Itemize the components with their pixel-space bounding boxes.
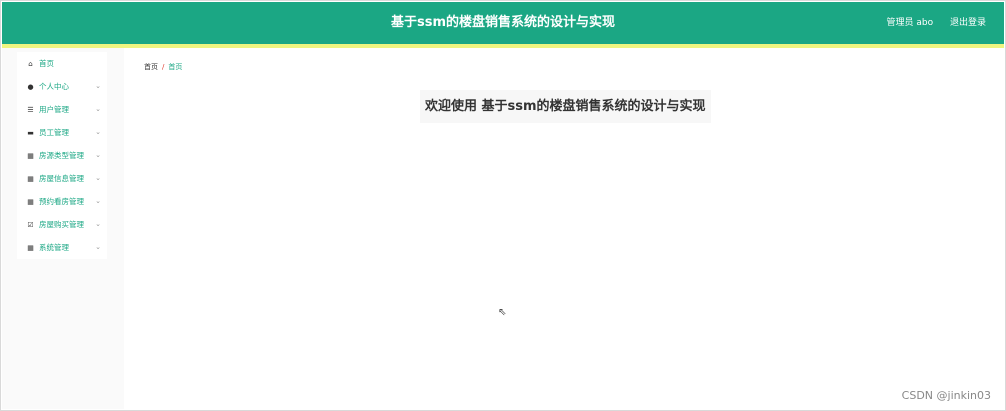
sidebar-item-viewings[interactable]: ▦ 预约看房管理 ⌄: [17, 190, 107, 213]
sidebar-item-label: 系统管理: [39, 243, 69, 252]
grid-icon: ▦: [27, 244, 34, 252]
breadcrumb-home[interactable]: 首页: [144, 63, 158, 71]
sliders-icon: ☰: [27, 106, 34, 114]
sidebar-item-profile[interactable]: ● 个人中心 ⌄: [17, 75, 107, 98]
check-square-icon: ☑: [27, 221, 34, 229]
chevron-down-icon: ⌄: [95, 220, 101, 228]
breadcrumb-current: 首页: [168, 63, 183, 71]
main-content: 首页 / 首页 欢迎使用 基于ssm的楼盘销售系统的设计与实现: [124, 48, 1004, 409]
chevron-down-icon: ⌄: [95, 174, 101, 182]
sidebar-menu: ⌂ 首页 ● 个人中心 ⌄ ☰ 用户管理 ⌄ ▬ 员工管理 ⌄ ▦ 房源类型管理 ⌄ ▦ 房…: [17, 52, 107, 259]
user-icon: ●: [27, 83, 34, 91]
sidebar-item-label: 首页: [39, 59, 54, 68]
grid-icon: ▦: [27, 175, 34, 183]
chevron-down-icon: ⌄: [95, 197, 101, 205]
sidebar-item-label: 用户管理: [39, 105, 69, 114]
sidebar-item-label: 房源类型管理: [39, 151, 84, 160]
welcome-heading: 欢迎使用 基于ssm的楼盘销售系统的设计与实现: [420, 90, 711, 123]
admin-user-label[interactable]: 管理员 abo: [887, 18, 934, 28]
sidebar-item-label: 员工管理: [39, 128, 69, 137]
user-area: 管理员 abo 退出登录: [873, 2, 987, 44]
breadcrumb-separator: /: [162, 63, 165, 71]
chevron-down-icon: ⌄: [95, 82, 101, 90]
breadcrumb: 首页 / 首页: [144, 62, 182, 72]
app-title: 基于ssm的楼盘销售系统的设计与实现: [390, 15, 616, 30]
logout-button[interactable]: 退出登录: [950, 18, 986, 28]
sidebar: ⌂ 首页 ● 个人中心 ⌄ ☰ 用户管理 ⌄ ▬ 员工管理 ⌄ ▦ 房源类型管理 ⌄ ▦ 房…: [2, 48, 124, 409]
grid-icon: ▦: [27, 152, 34, 160]
header-bar: 基于ssm的楼盘销售系统的设计与实现 管理员 abo 退出登录: [2, 2, 1004, 44]
home-icon: ⌂: [28, 60, 33, 68]
sidebar-item-label: 房屋信息管理: [39, 174, 84, 183]
sidebar-item-system[interactable]: ▦ 系统管理 ⌄: [17, 236, 107, 259]
sidebar-item-home[interactable]: ⌂ 首页: [17, 52, 107, 75]
mouse-cursor-icon: ⇖: [498, 307, 507, 318]
sidebar-item-label: 个人中心: [39, 82, 69, 91]
sidebar-item-house-info[interactable]: ▦ 房屋信息管理 ⌄: [17, 167, 107, 190]
watermark: CSDN @jinkin03: [901, 389, 991, 402]
chevron-down-icon: ⌄: [95, 128, 101, 136]
chevron-down-icon: ⌄: [95, 151, 101, 159]
sidebar-item-house-types[interactable]: ▦ 房源类型管理 ⌄: [17, 144, 107, 167]
chevron-down-icon: ⌄: [95, 105, 101, 113]
app-window: 基于ssm的楼盘销售系统的设计与实现 管理员 abo 退出登录 ⌂ 首页 ● 个人中…: [0, 0, 1006, 411]
sidebar-item-users[interactable]: ☰ 用户管理 ⌄: [17, 98, 107, 121]
sidebar-item-staff[interactable]: ▬ 员工管理 ⌄: [17, 121, 107, 144]
grid-icon: ▦: [27, 198, 34, 206]
briefcase-icon: ▬: [27, 129, 34, 137]
sidebar-item-label: 房屋购买管理: [39, 220, 84, 229]
sidebar-item-purchases[interactable]: ☑ 房屋购买管理 ⌄: [17, 213, 107, 236]
chevron-down-icon: ⌄: [95, 243, 101, 251]
sidebar-item-label: 预约看房管理: [39, 197, 84, 206]
